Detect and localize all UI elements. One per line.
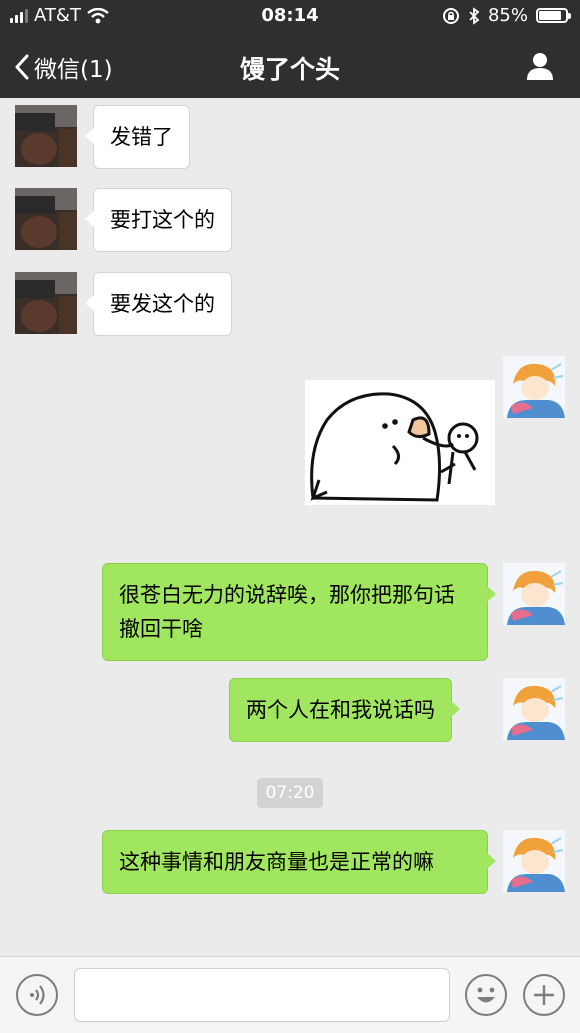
message-text: 要打这个的	[110, 208, 215, 232]
nav-bar: 微信(1) 馒了个头	[0, 32, 580, 98]
emoji-button[interactable]	[465, 974, 507, 1016]
my-avatar[interactable]	[503, 563, 565, 625]
plus-icon	[534, 985, 554, 1005]
message-text: 很苍白无力的说辞唉，那你把那句话撤回干啥	[119, 583, 455, 641]
received-message[interactable]: 发错了	[85, 105, 190, 169]
friend-avatar[interactable]	[15, 105, 77, 167]
battery-percent: 85%	[487, 5, 528, 26]
status-right: 85%	[442, 5, 571, 26]
received-message[interactable]: 要打这个的	[85, 188, 232, 252]
friend-avatar[interactable]	[15, 272, 77, 334]
voice-icon	[30, 985, 45, 1005]
sticker-message[interactable]	[305, 380, 495, 505]
message-input[interactable]	[74, 968, 450, 1022]
my-avatar[interactable]	[503, 830, 565, 892]
status-bar: AT&T 08:14 85%	[0, 0, 580, 32]
white-blob-sticker-icon	[310, 392, 479, 502]
battery-icon	[536, 8, 571, 23]
emoji-icon	[477, 987, 495, 1003]
message-text: 这种事情和朋友商量也是正常的嘛	[119, 850, 434, 874]
friend-avatar[interactable]	[15, 188, 77, 250]
input-bar	[0, 956, 580, 1033]
sent-message[interactable]: 很苍白无力的说辞唉，那你把那句话撤回干啥	[102, 563, 496, 661]
chat-title: 馒了个头	[239, 55, 340, 84]
my-avatar[interactable]	[503, 356, 565, 418]
bluetooth-icon	[469, 6, 480, 25]
plus-button[interactable]	[523, 974, 565, 1016]
sent-message[interactable]: 两个人在和我说话吗	[229, 678, 460, 742]
profile-icon[interactable]	[524, 50, 556, 82]
message-text: 两个人在和我说话吗	[246, 698, 435, 722]
voice-button[interactable]	[16, 974, 58, 1016]
sent-message[interactable]: 这种事情和朋友商量也是正常的嘛	[102, 830, 496, 894]
my-avatar[interactable]	[503, 678, 565, 740]
message-text: 要发这个的	[110, 292, 215, 316]
received-message[interactable]: 要发这个的	[85, 272, 232, 336]
rotation-lock-icon	[442, 7, 459, 24]
message-timestamp: 07:20	[257, 778, 323, 808]
battery-level	[539, 11, 562, 20]
message-text: 发错了	[110, 125, 173, 149]
